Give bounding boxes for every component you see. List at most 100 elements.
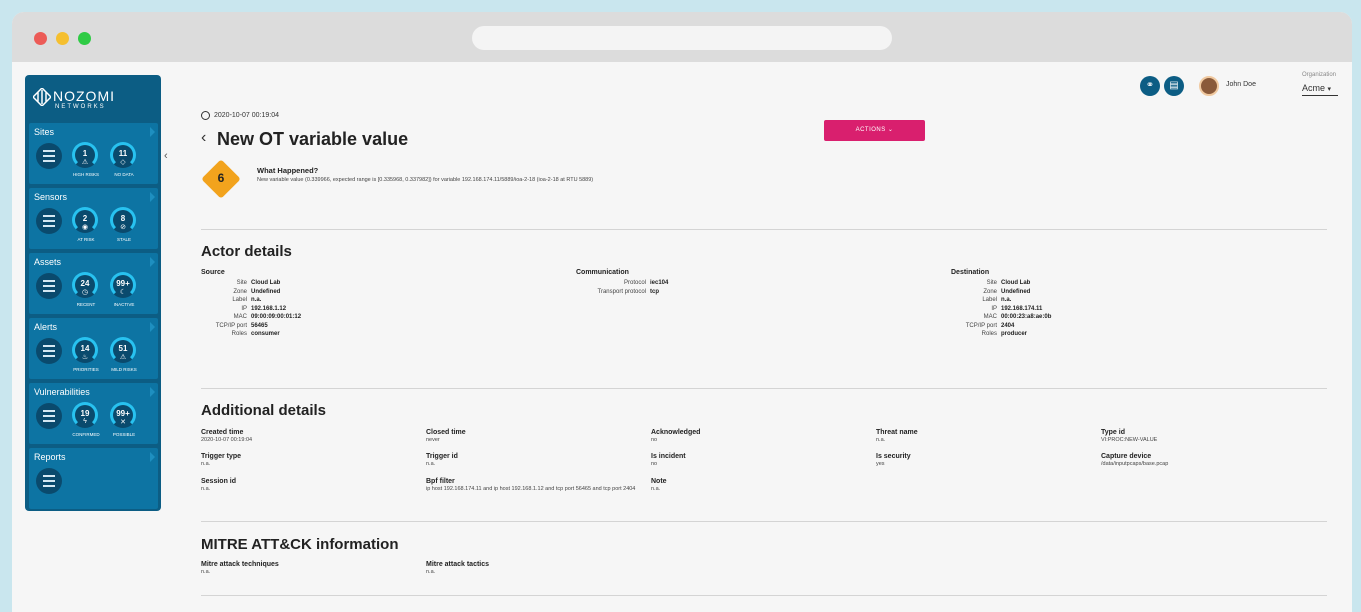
gauge-value: 11 [118,149,128,158]
kv-row: MAC 09:00:09:00:01:12 [201,314,301,320]
sidebar-section-vulnerabilities[interactable]: Vulnerabilities 19 ϟ CONFIRMED 99+ ✕ POSSIBLE [29,383,158,444]
section-title: Alerts [34,322,58,332]
clock-icon: ◷ [81,289,89,296]
gauge-stale[interactable]: 8 ⊘ STALE [109,207,139,249]
section-title: Vulnerabilities [34,387,90,397]
gauge-priorities[interactable]: 14 ♨ PRIORITIES [71,337,101,379]
kv-row: Label n.a. [951,297,1011,303]
field-value: n.a. [426,569,436,575]
avatar[interactable] [1199,76,1219,96]
browser-titlebar [12,12,1352,62]
gauge-inactive[interactable]: 99+ ☾ INACTIVE [109,272,139,314]
organization-select[interactable]: Acme ▾ [1302,83,1338,96]
close-window-button[interactable] [34,32,47,45]
logo-text: NOZOMI [53,88,115,104]
minimize-window-button[interactable] [56,32,69,45]
field-label: Type id [1101,429,1125,436]
logo-subtext: NETWORKS [55,104,106,110]
expand-arrow-icon[interactable] [150,127,155,137]
expand-arrow-icon[interactable] [150,257,155,267]
actions-button[interactable]: ACTIONS ⌄ [824,120,925,141]
kv-key: MAC [983,314,997,320]
field-value: n.a. [201,486,211,492]
warning-icon: ⚠ [81,159,89,166]
expand-arrow-icon[interactable] [150,322,155,332]
sidebar-section-reports[interactable]: Reports [29,448,158,509]
field-label: Closed time [426,429,466,436]
gauge-at-risk[interactable]: 2 ◉ AT RISK [71,207,101,249]
detail-field: Threat name n.a. [876,429,1096,444]
kv-value: 192.168.1.12 [251,305,287,312]
list-icon[interactable] [36,338,62,364]
sleep-icon: ☾ [119,289,127,296]
divider [201,388,1327,389]
divider [201,595,1327,596]
gauge-possible[interactable]: 99+ ✕ POSSIBLE [109,402,139,444]
list-icon[interactable] [36,403,62,429]
kv-key: Label [232,297,247,303]
list-icon[interactable] [36,468,62,494]
gauge-confirmed[interactable]: 19 ϟ CONFIRMED [71,402,101,444]
kv-key: Site [986,280,997,286]
page-title: New OT variable value [217,129,409,149]
gauge-value: 99+ [116,279,130,288]
detail-field: Note n.a. [651,478,871,493]
address-bar[interactable] [472,26,892,50]
logo-icon [33,88,51,106]
gauge-recent[interactable]: 24 ◷ RECENT [71,272,101,314]
browser-window: NOZOMI NETWORKS Sites 1 ⚠ HIGH RISKS 11 ◇ NO D… [12,12,1352,612]
gauge-mild-risks[interactable]: 51 ⚠ MILD RISKS [109,337,139,379]
kv-row: Roles consumer [201,331,280,337]
gauge-no-data[interactable]: 11 ◇ NO DATA [109,142,139,184]
kv-key: Site [236,280,247,286]
chevron-down-icon: ⌄ [887,127,894,133]
back-icon[interactable]: ‹ [201,129,206,147]
network-icon[interactable]: ⚭ [1140,76,1160,96]
section-title: Assets [34,257,62,267]
list-icon[interactable] [36,143,62,169]
kv-key: Transport protocol [597,288,646,295]
detail-field: Trigger type n.a. [201,453,421,468]
destination-title: Destination [951,269,990,276]
gauge-value: 24 [80,279,90,288]
field-value: n.a. [876,437,886,443]
field-value: n.a. [426,461,436,467]
gauge-value: 99+ [116,409,130,418]
sidebar-section-sensors[interactable]: Sensors 2 ◉ AT RISK 8 ⊘ STALE [29,188,158,249]
maximize-window-button[interactable] [78,32,91,45]
kv-key: Zone [233,288,247,295]
kv-value: Cloud Lab [1001,280,1031,286]
divider [201,229,1327,230]
what-happened-text: New variable value (0.339966, expected r… [257,177,594,183]
gauge-label: MILD RISKS [111,367,137,372]
expand-arrow-icon[interactable] [150,452,155,462]
field-label: Capture device [1101,453,1152,460]
user-name[interactable]: John Doe [1226,81,1256,88]
kv-value: Undefined [251,288,281,295]
reports-icon[interactable]: ▤ [1164,76,1184,96]
gauge-high-risks[interactable]: 1 ⚠ HIGH RISKS [71,142,101,184]
field-label: Mitre attack techniques [201,561,279,568]
sidebar-section-alerts[interactable]: Alerts 14 ♨ PRIORITIES 51 ⚠ MILD RISKS [29,318,158,379]
collapse-sidebar-icon[interactable]: ‹ [164,150,168,162]
kv-row: Transport protocol tcp [576,289,659,295]
sidebar-section-assets[interactable]: Assets 24 ◷ RECENT 99+ ☾ INACTIVE [29,253,158,314]
actor-details-heading: Actor details [201,243,292,260]
expand-arrow-icon[interactable] [150,387,155,397]
kv-value: n.a. [1001,297,1012,303]
risk-value: 6 [217,171,225,185]
detail-field: Bpf filter ip host 192.168.174.11 and ip … [426,478,652,493]
list-icon[interactable] [36,208,62,234]
field-label: Bpf filter [426,478,455,485]
field-value: /data/inputpcaps/base.pcap [1101,461,1169,467]
kv-row: Protocol iec104 [576,280,668,286]
flame-icon: ♨ [81,354,89,361]
field-value: n.a. [651,486,661,492]
field-value: 2020-10-07 00:19:04 [201,437,253,443]
bolt-slash-icon: ✕ [120,419,126,426]
sidebar-section-sites[interactable]: Sites 1 ⚠ HIGH RISKS 11 ◇ NO DATA [29,123,158,184]
list-icon[interactable] [36,273,62,299]
chevron-down-icon: ▾ [1327,86,1332,93]
expand-arrow-icon[interactable] [150,192,155,202]
kv-row: IP 192.168.174.11 [951,306,1042,312]
